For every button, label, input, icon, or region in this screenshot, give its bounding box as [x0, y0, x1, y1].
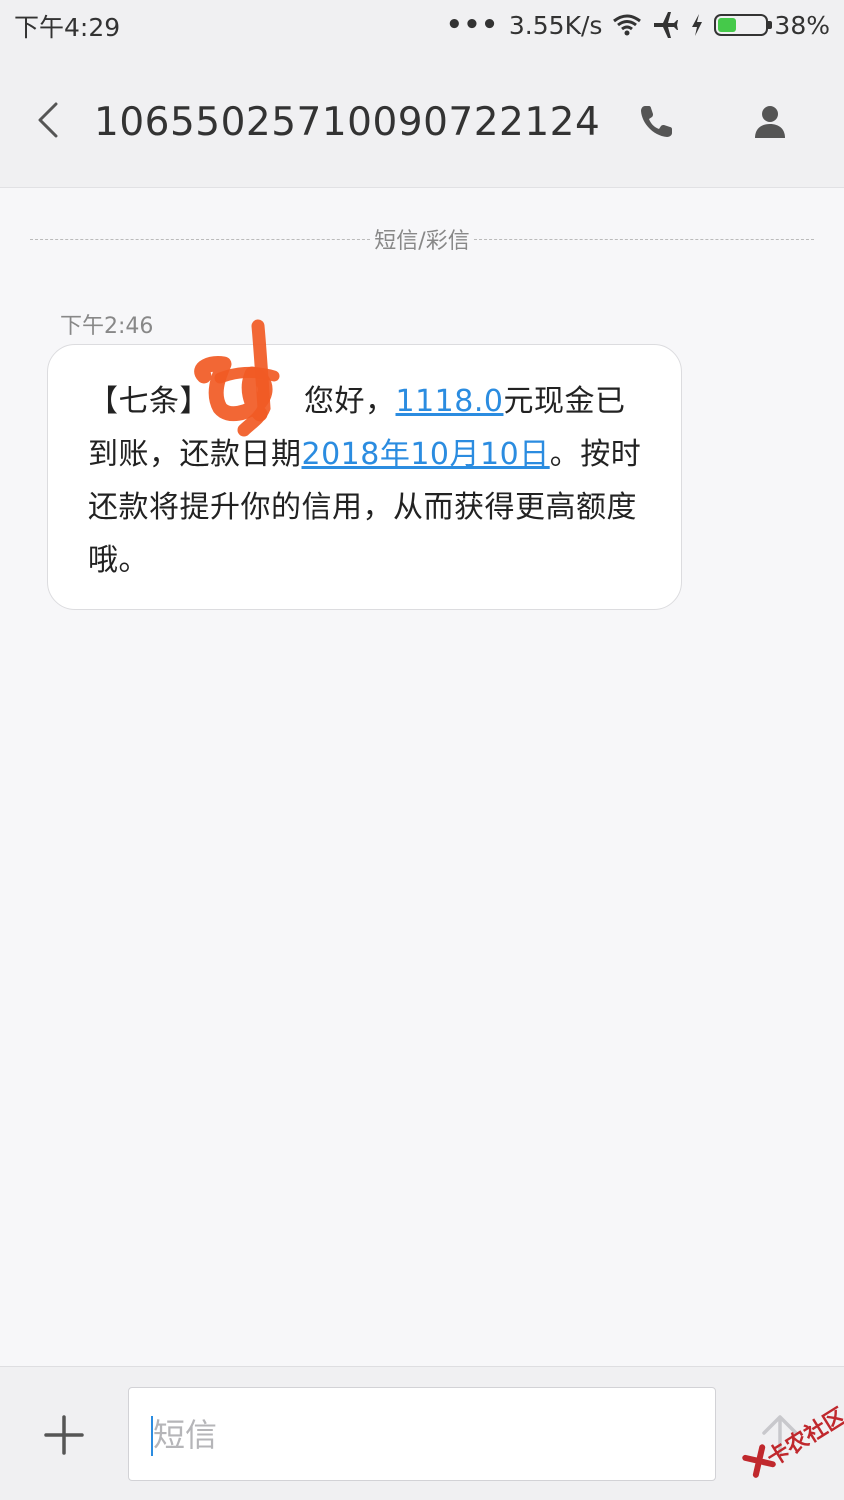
message-input[interactable]: [153, 1406, 693, 1464]
battery-shell: [714, 14, 773, 36]
person-icon[interactable]: [750, 102, 790, 142]
status-time: 下午4:29: [14, 13, 121, 42]
conversation-title: 10655025710090722124: [94, 100, 601, 145]
message-sender-tag: 【七条】: [88, 384, 210, 419]
battery-fill: [718, 18, 736, 32]
message-type-divider: 短信/彩信: [30, 224, 815, 254]
charging-icon: [692, 14, 703, 36]
message-input-box[interactable]: [128, 1387, 716, 1481]
battery-icon: 38%: [714, 11, 830, 40]
network-speed: 3.55K/s: [508, 10, 603, 40]
amount-link[interactable]: 1118.0: [396, 384, 504, 419]
message-time: 下午2:46: [60, 314, 154, 339]
battery-percent: 38%: [774, 10, 830, 40]
status-indicators: ••• 3.55K/s 38%: [446, 8, 830, 42]
message-bubble[interactable]: 【七条】 您好，1118.0元现金已到账，还款日期2018年10月10日。按时还款…: [47, 344, 682, 610]
date-link[interactable]: 2018年10月10日: [302, 437, 550, 472]
battery-tip: [768, 21, 773, 29]
divider-label: 短信/彩信: [374, 229, 470, 254]
composer-bar: [0, 1366, 844, 1500]
more-dots-icon: •••: [446, 10, 499, 40]
wifi-icon: [613, 14, 642, 36]
conversation-header: 10655025710090722124: [0, 50, 844, 188]
chevron-left-icon[interactable]: [28, 98, 68, 142]
airplane-icon: [654, 12, 679, 38]
plus-icon[interactable]: [42, 1413, 86, 1457]
message-text: 【七条】 您好，1118.0元现金已到账，还款日期2018年10月10日。按时还款…: [88, 375, 643, 587]
status-bar: 下午4:29 ••• 3.55K/s 38%: [0, 0, 844, 50]
divider-line-right: [473, 238, 815, 240]
message-text-part: 您好，: [304, 384, 396, 419]
phone-icon[interactable]: [636, 102, 676, 142]
divider-line-left: [30, 238, 371, 240]
